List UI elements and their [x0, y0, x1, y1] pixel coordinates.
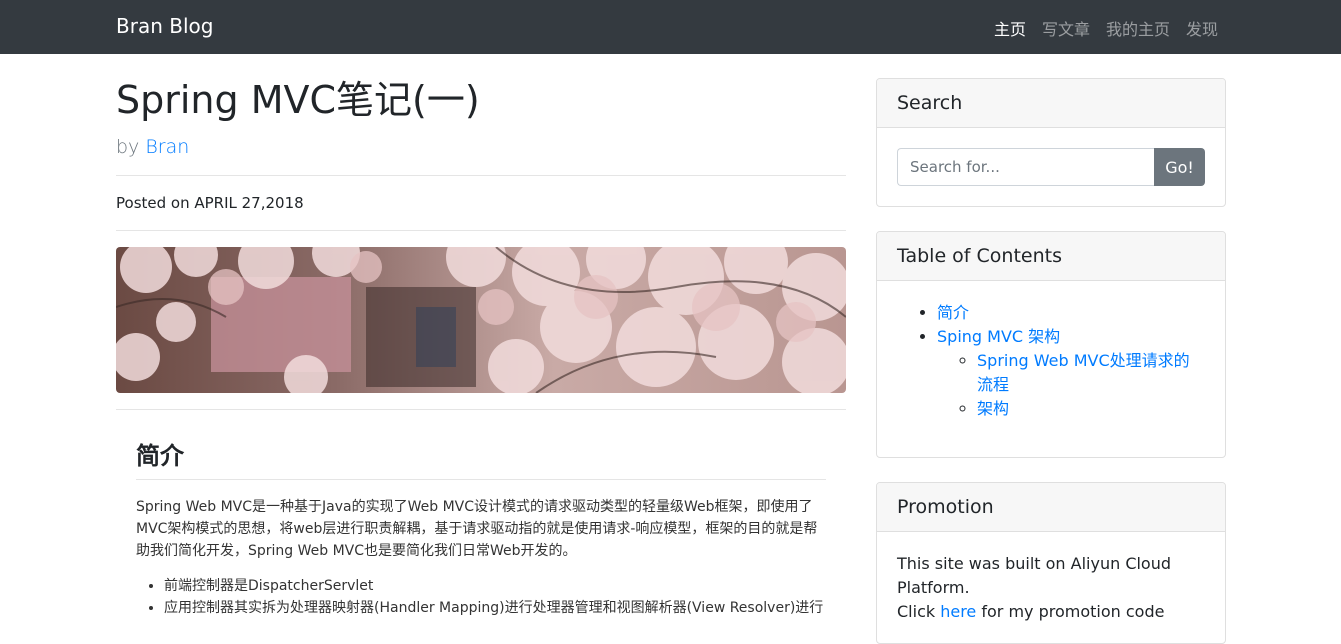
- toc-card-body: 简介 Sping MVC 架构 Spring Web MVC处理请求的流程 架构: [877, 281, 1225, 441]
- search-row: Go!: [897, 148, 1205, 186]
- brand-link[interactable]: Bran Blog: [116, 14, 213, 38]
- toc-card: Table of Contents 简介 Sping MVC 架构 Spring…: [876, 231, 1226, 458]
- toc-subitem: Spring Web MVC处理请求的流程: [977, 349, 1205, 397]
- nav-link-my-home[interactable]: 我的主页: [1106, 16, 1170, 40]
- post-column: Spring MVC笔记(一) by Bran Posted on APRIL …: [116, 78, 846, 620]
- promotion-click-prefix: Click: [897, 602, 936, 621]
- search-card: Search Go!: [876, 78, 1226, 207]
- toc-item: 简介: [937, 301, 1205, 325]
- nav-link-write[interactable]: 写文章: [1042, 16, 1090, 40]
- search-input[interactable]: [897, 148, 1154, 186]
- post-content: 简介 Spring Web MVC是一种基于Java的实现了Web MVC设计模…: [116, 410, 846, 618]
- toc-link-architecture[interactable]: Sping MVC 架构: [937, 327, 1060, 346]
- promotion-click-suffix: for my promotion code: [981, 602, 1165, 621]
- promotion-card-title: Promotion: [877, 483, 1225, 532]
- toc-link-request-flow[interactable]: Spring Web MVC处理请求的流程: [977, 351, 1190, 394]
- post-title: Spring MVC笔记(一): [116, 78, 480, 122]
- intro-paragraph: Spring Web MVC是一种基于Java的实现了Web MVC设计模式的请…: [136, 498, 818, 559]
- author-link[interactable]: Bran: [145, 136, 189, 158]
- list-item: 应用控制器其实拆为处理器映射器(Handler Mapping)进行处理器管理和…: [164, 598, 826, 618]
- search-card-title: Search: [877, 79, 1225, 128]
- post-date: Posted on APRIL 27,2018: [116, 193, 304, 212]
- byline: by Bran: [116, 136, 846, 158]
- promotion-here-link[interactable]: here: [940, 602, 976, 621]
- search-card-body: Go!: [877, 128, 1225, 206]
- list-item: 前端控制器是DispatcherServlet: [164, 576, 826, 596]
- divider: [116, 174, 846, 176]
- toc-link-intro[interactable]: 简介: [937, 303, 969, 322]
- toc-link-arch[interactable]: 架构: [977, 399, 1009, 418]
- cherry-blossom-banner-image: [116, 246, 846, 393]
- promotion-click-line: Click here for my promotion code: [897, 600, 1205, 624]
- nav-links: 主页 写文章 我的主页 发现: [994, 16, 1218, 40]
- toc-list: 简介 Sping MVC 架构 Spring Web MVC处理请求的流程 架构: [897, 301, 1205, 421]
- nav-link-home[interactable]: 主页: [994, 16, 1026, 40]
- divider: [116, 229, 846, 231]
- top-navbar: Bran Blog 主页 写文章 我的主页 发现: [0, 0, 1341, 54]
- promotion-text: This site was built on Aliyun Cloud Plat…: [897, 554, 1172, 597]
- search-go-button[interactable]: Go!: [1154, 148, 1205, 186]
- promotion-card-body: This site was built on Aliyun Cloud Plat…: [877, 532, 1225, 643]
- bullet-list: 前端控制器是DispatcherServlet 应用控制器其实拆为处理器映射器(…: [136, 576, 826, 618]
- nav-link-discover[interactable]: 发现: [1186, 16, 1218, 40]
- promotion-card: Promotion This site was built on Aliyun …: [876, 482, 1226, 644]
- toc-item: Sping MVC 架构 Spring Web MVC处理请求的流程 架构: [937, 325, 1205, 421]
- byline-prefix: by: [116, 135, 140, 158]
- section-heading-intro: 简介: [136, 436, 826, 480]
- toc-card-title: Table of Contents: [877, 232, 1225, 281]
- toc-subitem: 架构: [977, 397, 1205, 421]
- toc-sublist: Spring Web MVC处理请求的流程 架构: [937, 349, 1205, 421]
